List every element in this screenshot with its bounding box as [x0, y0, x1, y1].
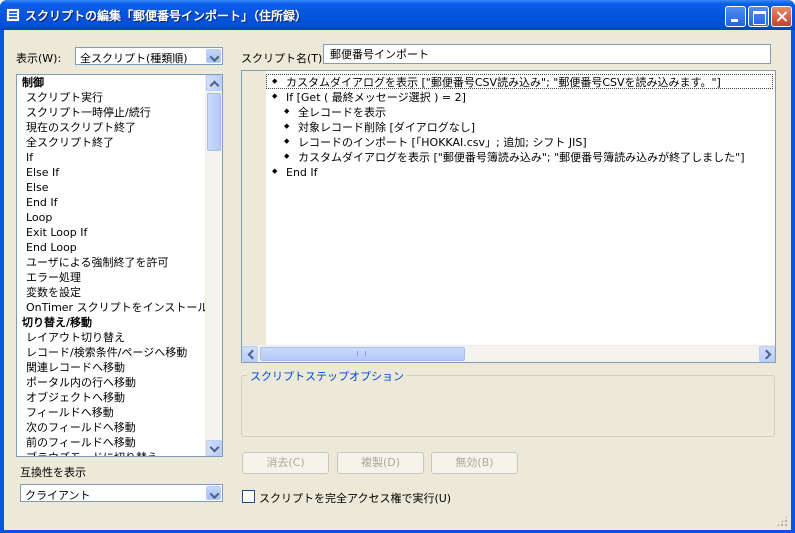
list-item[interactable]: OnTimer スクリプトをインストール [17, 300, 222, 315]
drag-handle-icon[interactable] [272, 74, 278, 89]
full-access-checkbox[interactable] [242, 490, 255, 503]
script-line[interactable]: カスタムダイアログを表示 ["郵便番号簿読み込み"; "郵便番号簿読み込みが終了… [266, 149, 745, 165]
script-line[interactable]: 対象レコード削除 [ダイアログなし] [266, 119, 476, 135]
list-item[interactable]: 前のフィールドへ移動 [17, 435, 222, 450]
app-icon [6, 8, 20, 22]
clear-button[interactable]: 消去(C) [242, 452, 329, 474]
script-line-text: レコードのインポート [「HOKKAI.csv」; 追加; シフト JIS] [298, 136, 587, 149]
step-items: 制御 スクリプト実行 スクリプト一時停止/続行 現在のスクリプト終了 全スクリプト終了 I… [17, 75, 222, 456]
list-item[interactable]: エラー処理 [17, 270, 222, 285]
step-category[interactable]: 切り替え/移動 [17, 315, 222, 330]
script-gutter [242, 71, 266, 347]
scroll-thumb[interactable] [207, 93, 221, 151]
script-editor-area[interactable]: カスタムダイアログを表示 ["郵便番号CSV読み込み"; "郵便番号CSVを読み… [241, 70, 776, 363]
script-line-text: カスタムダイアログを表示 ["郵便番号簿読み込み"; "郵便番号簿読み込みが終了… [298, 151, 745, 164]
list-item[interactable]: End Loop [17, 240, 222, 255]
drag-handle-icon[interactable] [284, 149, 290, 164]
drag-handle-icon[interactable] [284, 104, 290, 119]
list-item[interactable]: ポータル内の行へ移動 [17, 375, 222, 390]
list-item[interactable]: レイアウト切り替え [17, 330, 222, 345]
drag-handle-icon[interactable] [284, 119, 290, 134]
scroll-right-arrow-icon[interactable] [759, 346, 775, 362]
script-line[interactable]: If [Get ( 最終メッセージ選択 ) = 2] [266, 89, 466, 105]
window-title: スクリプトの編集「郵便番号インポート」（住所録） [25, 9, 308, 23]
list-item[interactable]: ブラウズモードに切り替え [17, 450, 222, 456]
minimize-button[interactable] [725, 6, 746, 27]
list-item[interactable]: Else [17, 180, 222, 195]
drag-handle-icon[interactable] [284, 134, 290, 149]
script-horizontal-scrollbar[interactable] [242, 345, 775, 362]
chevron-down-icon[interactable] [206, 49, 221, 63]
full-access-label[interactable]: スクリプトを完全アクセス権で実行(U) [259, 490, 451, 506]
list-item[interactable]: レコード/検索条件/ページへ移動 [17, 345, 222, 360]
script-line-text: 全レコードを表示 [298, 106, 386, 119]
list-item[interactable]: スクリプト一時停止/続行 [17, 105, 222, 120]
script-line[interactable]: レコードのインポート [「HOKKAI.csv」; 追加; シフト JIS] [266, 134, 587, 150]
close-button[interactable] [771, 6, 792, 27]
step-options-group [241, 375, 775, 437]
horizontal-scroll-thumb[interactable] [260, 347, 465, 361]
drag-handle-icon[interactable] [272, 89, 278, 104]
list-item[interactable]: スクリプト実行 [17, 90, 222, 105]
view-selected-value: 全スクリプト(種類順) [80, 52, 188, 65]
list-item[interactable]: 次のフィールドへ移動 [17, 420, 222, 435]
dialog-body: 表示(W): 全スクリプト(種類順) スクリプト名(T): 制御スクリプト実行ス… [4, 30, 791, 530]
chevron-down-icon[interactable] [206, 486, 221, 500]
script-line-text: If [Get ( 最終メッセージ選択 ) = 2] [286, 91, 466, 104]
compatibility-dropdown[interactable]: クライアント [20, 484, 223, 502]
step-list-scrollbar[interactable] [205, 75, 222, 456]
list-item[interactable]: フィールドへ移動 [17, 405, 222, 420]
list-item[interactable]: オブジェクトへ移動 [17, 390, 222, 405]
step-category[interactable]: 制御 [17, 75, 222, 90]
script-name-label: スクリプト名(T): [241, 52, 327, 65]
maximize-button[interactable] [748, 6, 769, 27]
resize-grip-icon[interactable] [776, 515, 788, 527]
script-line-text: 対象レコード削除 [ダイアログなし] [298, 121, 476, 134]
title-bar[interactable]: スクリプトの編集「郵便番号インポート」（住所録） [0, 0, 795, 30]
list-item[interactable]: Exit Loop If [17, 225, 222, 240]
list-item[interactable]: 現在のスクリプト終了 [17, 120, 222, 135]
list-item[interactable]: 変数を設定 [17, 285, 222, 300]
drag-handle-icon[interactable] [272, 164, 278, 179]
list-item[interactable]: 全スクリプト終了 [17, 135, 222, 150]
list-item[interactable]: ユーザによる強制終了を許可 [17, 255, 222, 270]
view-dropdown[interactable]: 全スクリプト(種類順) [75, 47, 223, 65]
list-item[interactable]: Loop [17, 210, 222, 225]
script-line[interactable]: End If [266, 164, 318, 180]
duplicate-button[interactable]: 複製(D) [337, 452, 424, 474]
script-line[interactable]: カスタムダイアログを表示 ["郵便番号CSV読み込み"; "郵便番号CSVを読み… [266, 74, 721, 90]
script-name-field[interactable] [324, 45, 770, 63]
scroll-up-arrow-icon[interactable] [206, 75, 222, 91]
scroll-left-arrow-icon[interactable] [242, 346, 258, 362]
list-item[interactable]: If [17, 150, 222, 165]
script-line-text: End If [286, 166, 318, 179]
scroll-down-arrow-icon[interactable] [206, 440, 222, 456]
compatibility-label: 互換性を表示 [20, 466, 86, 479]
disable-button[interactable]: 無効(B) [431, 452, 518, 474]
script-line[interactable]: 全レコードを表示 [266, 104, 386, 120]
step-options-label: スクリプトステップオプション [247, 368, 407, 384]
script-name-input[interactable] [323, 44, 771, 64]
list-item[interactable]: 関連レコードへ移動 [17, 360, 222, 375]
compatibility-selected-value: クライアント [25, 489, 91, 502]
script-editor-window: スクリプトの編集「郵便番号インポート」（住所録） 表示(W): 全スクリプト(種… [0, 0, 795, 533]
view-label: 表示(W): [16, 52, 62, 65]
script-step-list[interactable]: 制御 スクリプト実行 スクリプト一時停止/続行 現在のスクリプト終了 全スクリプト終了 I… [16, 74, 223, 457]
list-item[interactable]: Else If [17, 165, 222, 180]
list-item[interactable]: End If [17, 195, 222, 210]
script-line-text: カスタムダイアログを表示 ["郵便番号CSV読み込み"; "郵便番号CSVを読み… [286, 76, 721, 89]
